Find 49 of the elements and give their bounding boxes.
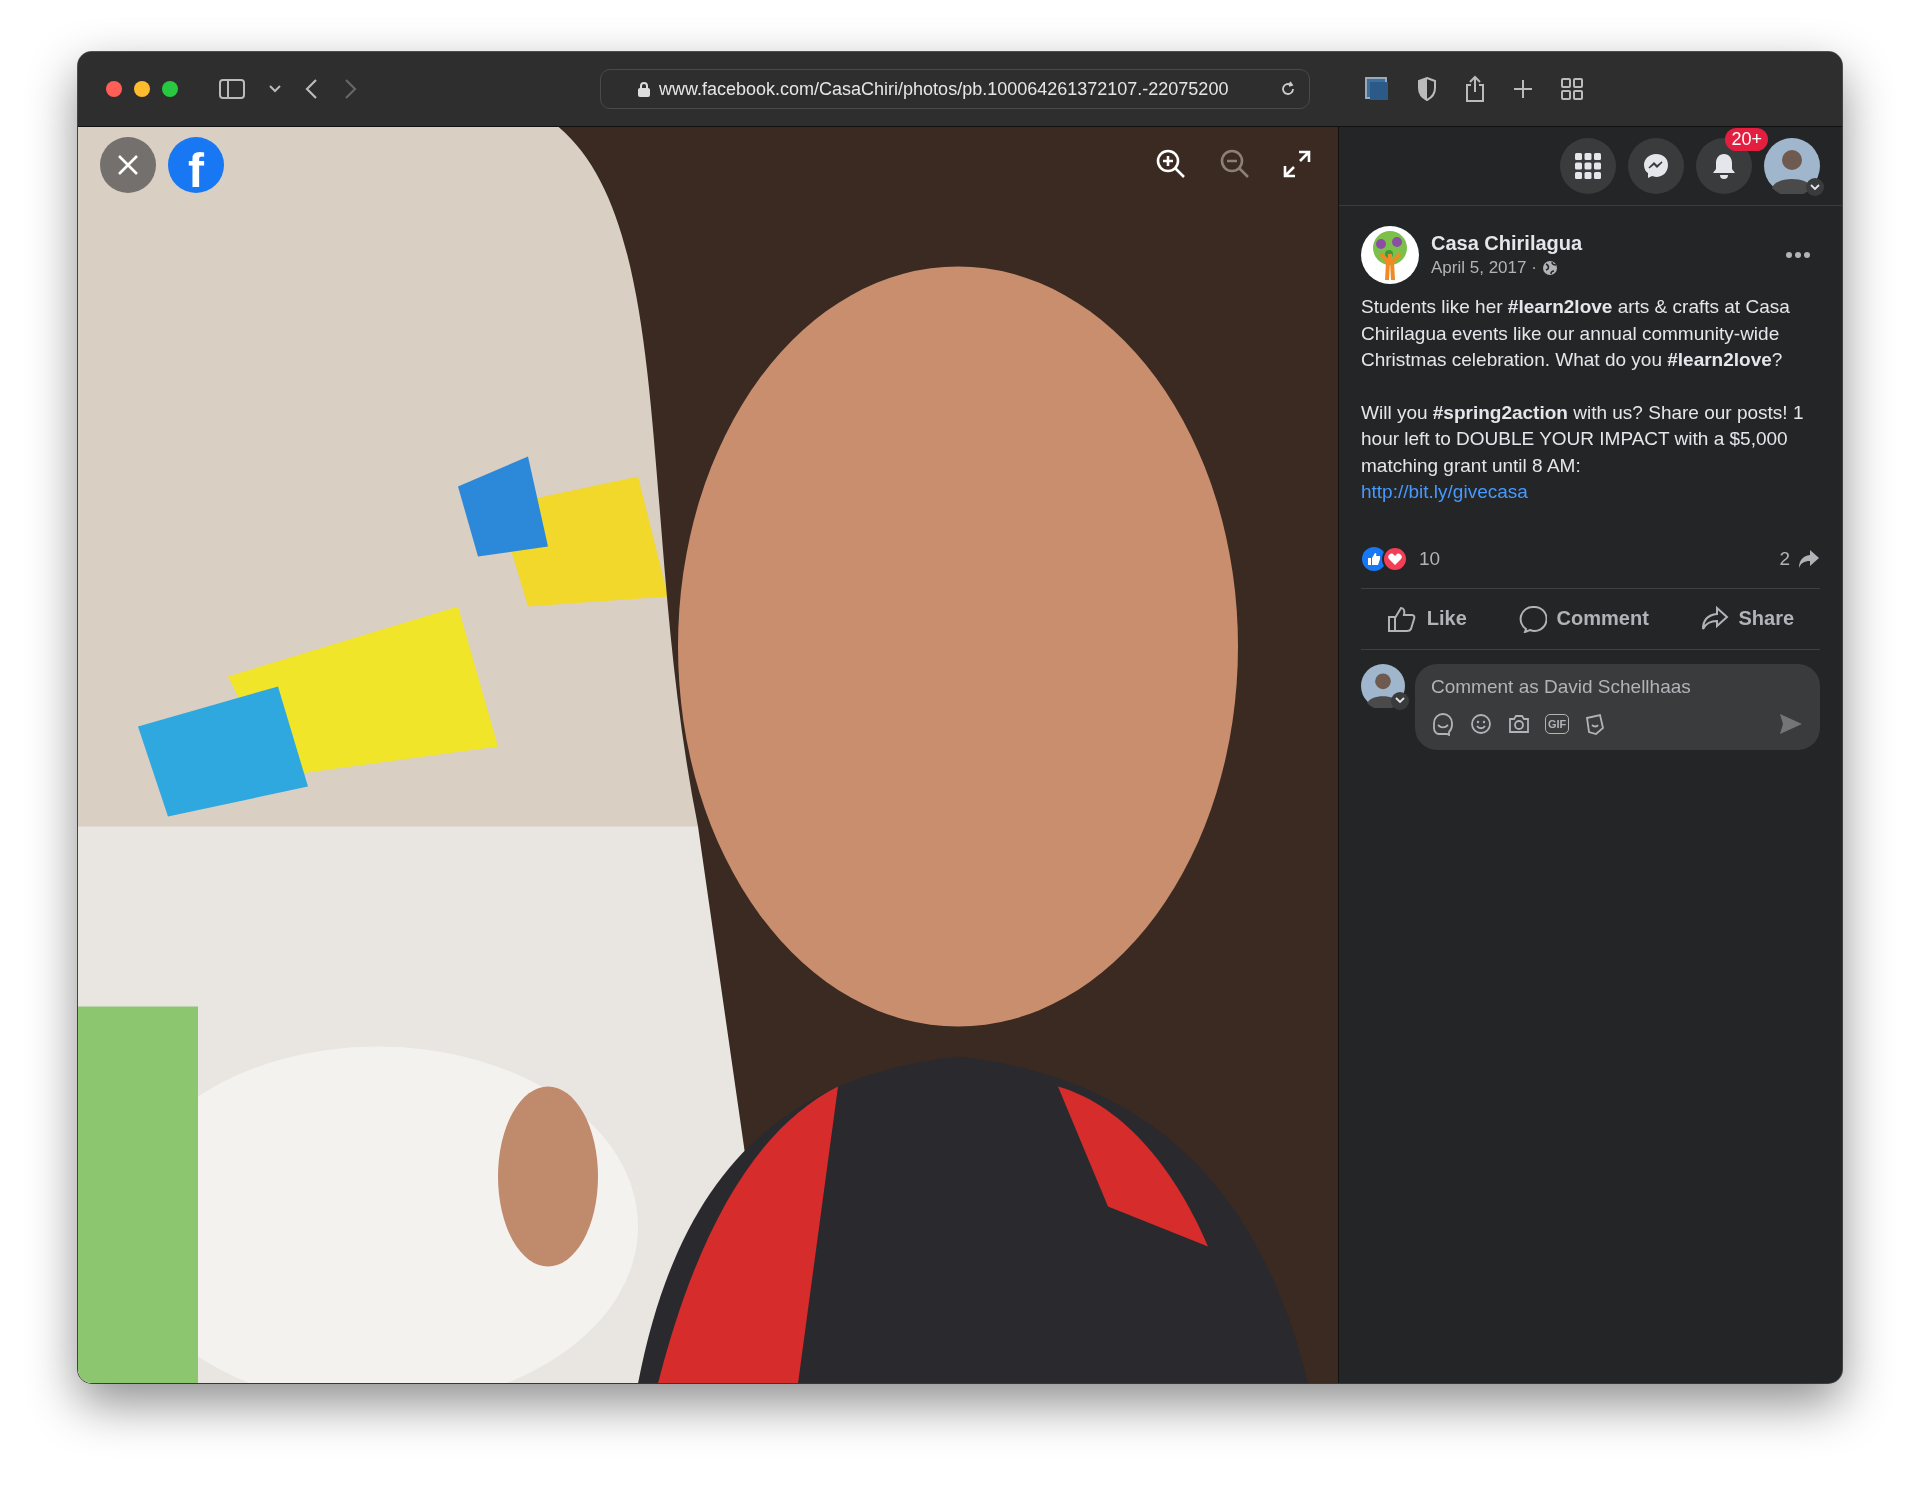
like-button[interactable]: Like: [1372, 594, 1481, 643]
page-logo[interactable]: [1361, 226, 1419, 284]
grid-icon: [1575, 153, 1601, 179]
link[interactable]: http://bit.ly/givecasa: [1361, 481, 1528, 502]
share-icon[interactable]: [1464, 75, 1486, 103]
share-button[interactable]: Share: [1686, 594, 1809, 643]
post-text: Will you #spring2action with us? Share our posts! 1 hour left to DOUBLE YOUR IMPACT with a $5,000 matching grant until 8 AM:: [1361, 401, 1804, 476]
speech-bubble-icon: [1518, 604, 1547, 633]
bell-icon: [1711, 152, 1737, 180]
avatar[interactable]: [1764, 138, 1820, 194]
share-arrow-icon: [1798, 548, 1820, 569]
messenger-icon: [1642, 152, 1670, 180]
share-arrow-icon: [1700, 605, 1729, 632]
thumbs-up-icon: [1386, 604, 1417, 633]
lock-icon: [637, 80, 651, 98]
avatar: [1361, 663, 1405, 708]
comment-button[interactable]: Comment: [1504, 594, 1663, 643]
back-icon[interactable]: [304, 78, 320, 100]
post-text: Students like her #learn2love arts & crafts at Casa Chirilagua events like our annual community-wide Christmas celebration. What do you #learn2love?: [1361, 296, 1790, 370]
new-tab-icon[interactable]: [1512, 78, 1534, 100]
sidebar-icon[interactable]: [218, 78, 246, 100]
reload-icon[interactable]: [1279, 80, 1297, 98]
address-bar[interactable]: www.facebook.com/CasaChiri/photos/pb.100064261372107.-22075200: [600, 69, 1310, 109]
share-count[interactable]: 2: [1779, 547, 1790, 570]
more-options-icon[interactable]: [1786, 252, 1810, 258]
messenger-button[interactable]: [1628, 138, 1684, 194]
zoom-window-button[interactable]: [162, 81, 178, 97]
author-name[interactable]: Casa Chirilagua: [1431, 232, 1774, 255]
emoji-icon[interactable]: [1469, 711, 1493, 736]
close-window-button[interactable]: [106, 81, 122, 97]
fullscreen-icon[interactable]: [1282, 149, 1312, 179]
grid-icon[interactable]: [1560, 77, 1584, 101]
avatar-sticker-icon[interactable]: [1431, 711, 1455, 736]
tab-overview-icon[interactable]: [1364, 76, 1390, 102]
forward-icon[interactable]: [342, 78, 358, 100]
comment-field[interactable]: Comment as David Schellhaas GIF: [1415, 663, 1820, 750]
chevron-down-icon[interactable]: [268, 84, 282, 94]
globe-icon: [1541, 260, 1558, 276]
post-date[interactable]: April 5, 2017 ·: [1431, 258, 1537, 278]
minimize-window-button[interactable]: [134, 81, 150, 97]
account-menu-icon[interactable]: [1806, 178, 1824, 196]
send-icon[interactable]: [1778, 711, 1804, 736]
shield-icon[interactable]: [1416, 76, 1438, 102]
gif-button[interactable]: GIF: [1545, 713, 1570, 734]
notification-badge: 20+: [1725, 128, 1768, 151]
menu-button[interactable]: [1560, 138, 1616, 194]
close-icon: [116, 153, 140, 177]
reaction-count[interactable]: 10: [1419, 547, 1441, 570]
url-text: www.facebook.com/CasaChiri/photos/pb.100064261372107.-22075200: [659, 78, 1230, 100]
